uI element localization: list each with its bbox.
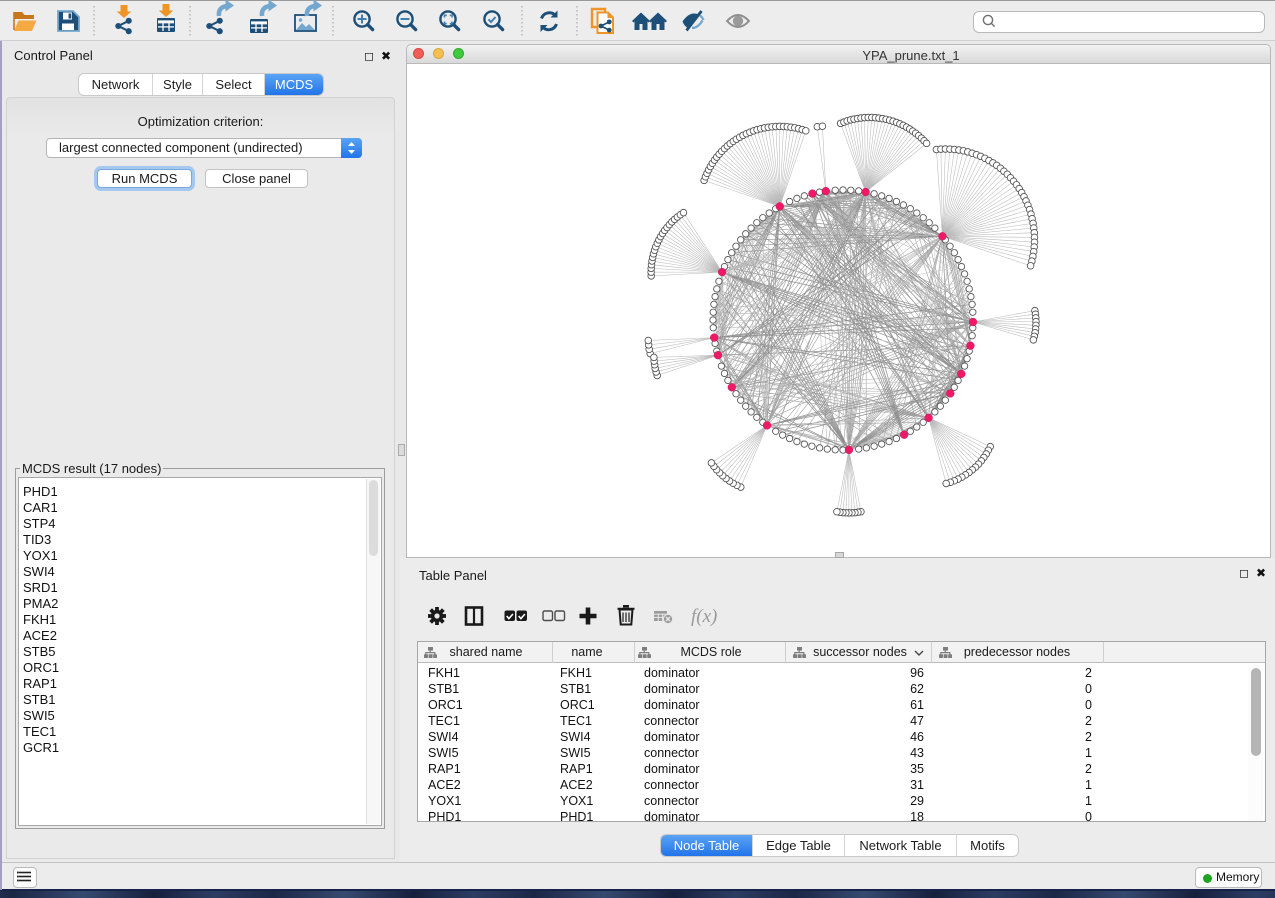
- svg-text:f(x): f(x): [691, 606, 717, 627]
